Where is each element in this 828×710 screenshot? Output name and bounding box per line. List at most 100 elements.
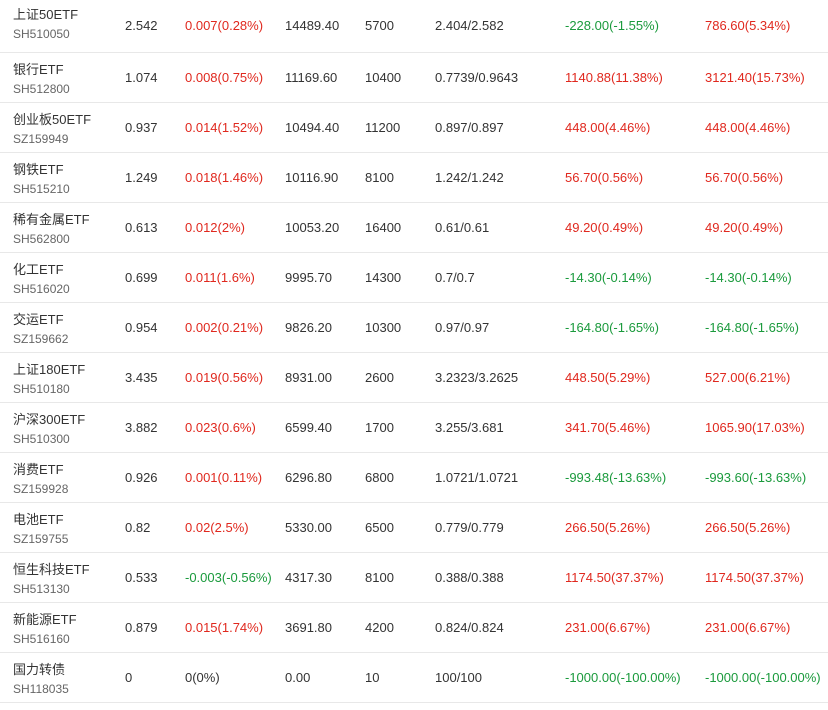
quantity-cell: 10400: [365, 70, 402, 85]
table-row[interactable]: 电池ETF SZ159755 0.82 0.02(2.5%) 5330.00 6500 0.…: [0, 503, 828, 553]
price-cell: 0.533: [125, 570, 158, 585]
table-row[interactable]: 新能源ETF SH516160 0.879 0.015(1.74%) 3691.80 42…: [0, 603, 828, 653]
security-cell[interactable]: 交运ETF SZ159662: [13, 311, 68, 347]
market-value-cell: 10053.20: [285, 220, 340, 235]
quantity-cell: 1700: [365, 420, 394, 435]
profit-loss-cell: 341.70(5.46%): [565, 420, 651, 435]
quantity-cell: 10: [365, 670, 380, 685]
price-cell: 3.435: [125, 370, 158, 385]
cost-cell: 0.824/0.824: [435, 620, 504, 635]
market-value-cell: 11169.60: [285, 70, 338, 85]
cost-cell: 3.2323/3.2625: [435, 370, 519, 385]
price-cell: 0.699: [125, 270, 158, 285]
change-cell: 0.012(2%): [185, 220, 245, 235]
quantity-cell: 8100: [365, 570, 394, 585]
profit-loss-cell: -164.80(-1.65%): [565, 320, 659, 335]
security-cell[interactable]: 恒生科技ETF SH513130: [13, 561, 90, 597]
table-row[interactable]: 银行ETF SH512800 1.074 0.008(0.75%) 11169.60 10…: [0, 53, 828, 103]
total-profit-loss-cell: 527.00(6.21%): [705, 370, 791, 385]
price-cell: 2.542: [125, 18, 158, 33]
security-name: 新能源ETF: [13, 612, 77, 627]
quantity-cell: 2600: [365, 370, 394, 385]
profit-loss-cell: 266.50(5.26%): [565, 520, 651, 535]
market-value-cell: 9826.20: [285, 320, 332, 335]
profit-loss-cell: 56.70(0.56%): [565, 170, 644, 185]
change-cell: 0.014(1.52%): [185, 120, 264, 135]
market-value-cell: 10494.40: [285, 120, 340, 135]
security-cell[interactable]: 稀有金属ETF SH562800: [13, 211, 90, 247]
table-row[interactable]: 国力转债 SH118035 0 0(0%) 0.00 10 100/100 -1000.00(…: [0, 653, 828, 703]
market-value-cell: 6296.80: [285, 470, 332, 485]
market-value-cell: 3691.80: [285, 620, 332, 635]
security-code: SZ159928: [13, 482, 69, 496]
cost-cell: 0.7739/0.9643: [435, 70, 519, 85]
change-cell: 0.019(0.56%): [185, 370, 264, 385]
change-cell: 0.023(0.6%): [185, 420, 256, 435]
table-row[interactable]: 交运ETF SZ159662 0.954 0.002(0.21%) 9826.20 103…: [0, 303, 828, 353]
change-cell: -0.003(-0.56%): [185, 570, 272, 585]
table-row[interactable]: 稀有金属ETF SH562800 0.613 0.012(2%) 10053.20 164…: [0, 203, 828, 253]
cost-cell: 2.404/2.582: [435, 18, 504, 33]
security-cell[interactable]: 化工ETF SH516020: [13, 261, 70, 297]
security-cell[interactable]: 国力转债 SH118035: [13, 661, 69, 697]
security-name: 钢铁ETF: [13, 162, 64, 177]
table-row[interactable]: 上证50ETF SH510050 2.542 0.007(0.28%) 14489.40…: [0, 0, 828, 53]
table-row[interactable]: 恒生科技ETF SH513130 0.533 -0.003(-0.56%) 4317.3…: [0, 553, 828, 603]
table-row[interactable]: 化工ETF SH516020 0.699 0.011(1.6%) 9995.70 1430…: [0, 253, 828, 303]
market-value-cell: 5330.00: [285, 520, 332, 535]
quantity-cell: 16400: [365, 220, 402, 235]
security-name: 银行ETF: [13, 62, 64, 77]
price-cell: 1.074: [125, 70, 158, 85]
total-profit-loss-cell: 1174.50(37.37%): [705, 570, 804, 585]
cost-cell: 0.779/0.779: [435, 520, 504, 535]
table-row[interactable]: 消费ETF SZ159928 0.926 0.001(0.11%) 6296.80 680…: [0, 453, 828, 503]
price-cell: 3.882: [125, 420, 158, 435]
cost-cell: 0.388/0.388: [435, 570, 504, 585]
security-code: SH510050: [13, 27, 70, 41]
profit-loss-cell: -228.00(-1.55%): [565, 18, 659, 33]
total-profit-loss-cell: 49.20(0.49%): [705, 220, 784, 235]
price-cell: 0.926: [125, 470, 158, 485]
security-cell[interactable]: 钢铁ETF SH515210: [13, 161, 70, 197]
market-value-cell: 8931.00: [285, 370, 332, 385]
security-code: SH510300: [13, 432, 70, 446]
security-name: 上证180ETF: [13, 362, 86, 377]
security-cell[interactable]: 银行ETF SH512800: [13, 61, 70, 97]
security-cell[interactable]: 上证180ETF SH510180: [13, 361, 85, 397]
quantity-cell: 6500: [365, 520, 394, 535]
security-cell[interactable]: 沪深300ETF SH510300: [13, 411, 85, 447]
market-value-cell: 0.00: [285, 670, 311, 685]
change-cell: 0.02(2.5%): [185, 520, 249, 535]
total-profit-loss-cell: 448.00(4.46%): [705, 120, 791, 135]
table-row[interactable]: 沪深300ETF SH510300 3.882 0.023(0.6%) 6599.40 1…: [0, 403, 828, 453]
total-profit-loss-cell: -164.80(-1.65%): [705, 320, 799, 335]
quantity-cell: 5700: [365, 18, 394, 33]
security-code: SH513130: [13, 582, 70, 596]
table-row[interactable]: 创业板50ETF SZ159949 0.937 0.014(1.52%) 10494.4…: [0, 103, 828, 153]
cost-cell: 0.61/0.61: [435, 220, 490, 235]
security-name: 化工ETF: [13, 262, 64, 277]
profit-loss-cell: 1140.88(11.38%): [565, 70, 663, 85]
price-cell: 0: [125, 670, 133, 685]
security-code: SZ159755: [13, 532, 69, 546]
quantity-cell: 8100: [365, 170, 394, 185]
security-cell[interactable]: 电池ETF SZ159755: [13, 511, 68, 547]
cost-cell: 0.897/0.897: [435, 120, 504, 135]
cost-cell: 3.255/3.681: [435, 420, 504, 435]
cost-cell: 0.97/0.97: [435, 320, 490, 335]
change-cell: 0.007(0.28%): [185, 18, 264, 33]
security-name: 恒生科技ETF: [13, 562, 90, 577]
table-row[interactable]: 钢铁ETF SH515210 1.249 0.018(1.46%) 10116.90 81…: [0, 153, 828, 203]
security-name: 电池ETF: [13, 512, 64, 527]
cost-cell: 1.242/1.242: [435, 170, 504, 185]
security-name: 交运ETF: [13, 312, 64, 327]
security-cell[interactable]: 上证50ETF SH510050: [13, 6, 78, 42]
security-cell[interactable]: 创业板50ETF SZ159949: [13, 111, 91, 147]
total-profit-loss-cell: -993.60(-13.63%): [705, 470, 807, 485]
security-cell[interactable]: 消费ETF SZ159928: [13, 461, 68, 497]
security-name: 创业板50ETF: [13, 112, 92, 127]
security-code: SH516160: [13, 632, 70, 646]
quantity-cell: 14300: [365, 270, 402, 285]
security-cell[interactable]: 新能源ETF SH516160: [13, 611, 77, 647]
table-row[interactable]: 上证180ETF SH510180 3.435 0.019(0.56%) 8931.00…: [0, 353, 828, 403]
